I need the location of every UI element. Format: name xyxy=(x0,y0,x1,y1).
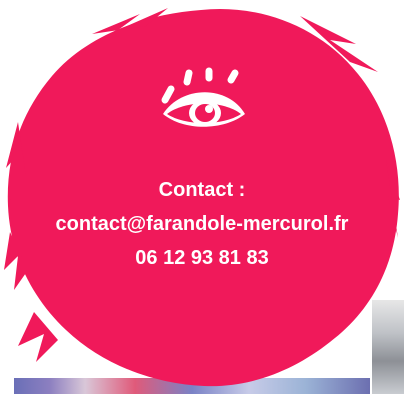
contact-email-link[interactable]: contact@farandole-mercurol.fr xyxy=(0,212,404,236)
contact-heading: Contact : xyxy=(158,179,246,201)
eye-icon xyxy=(161,67,245,127)
contact-section: Contact : contact@farandole-mercurol.fr … xyxy=(0,0,404,394)
contact-phone-link[interactable]: 06 12 93 81 83 xyxy=(0,246,404,270)
